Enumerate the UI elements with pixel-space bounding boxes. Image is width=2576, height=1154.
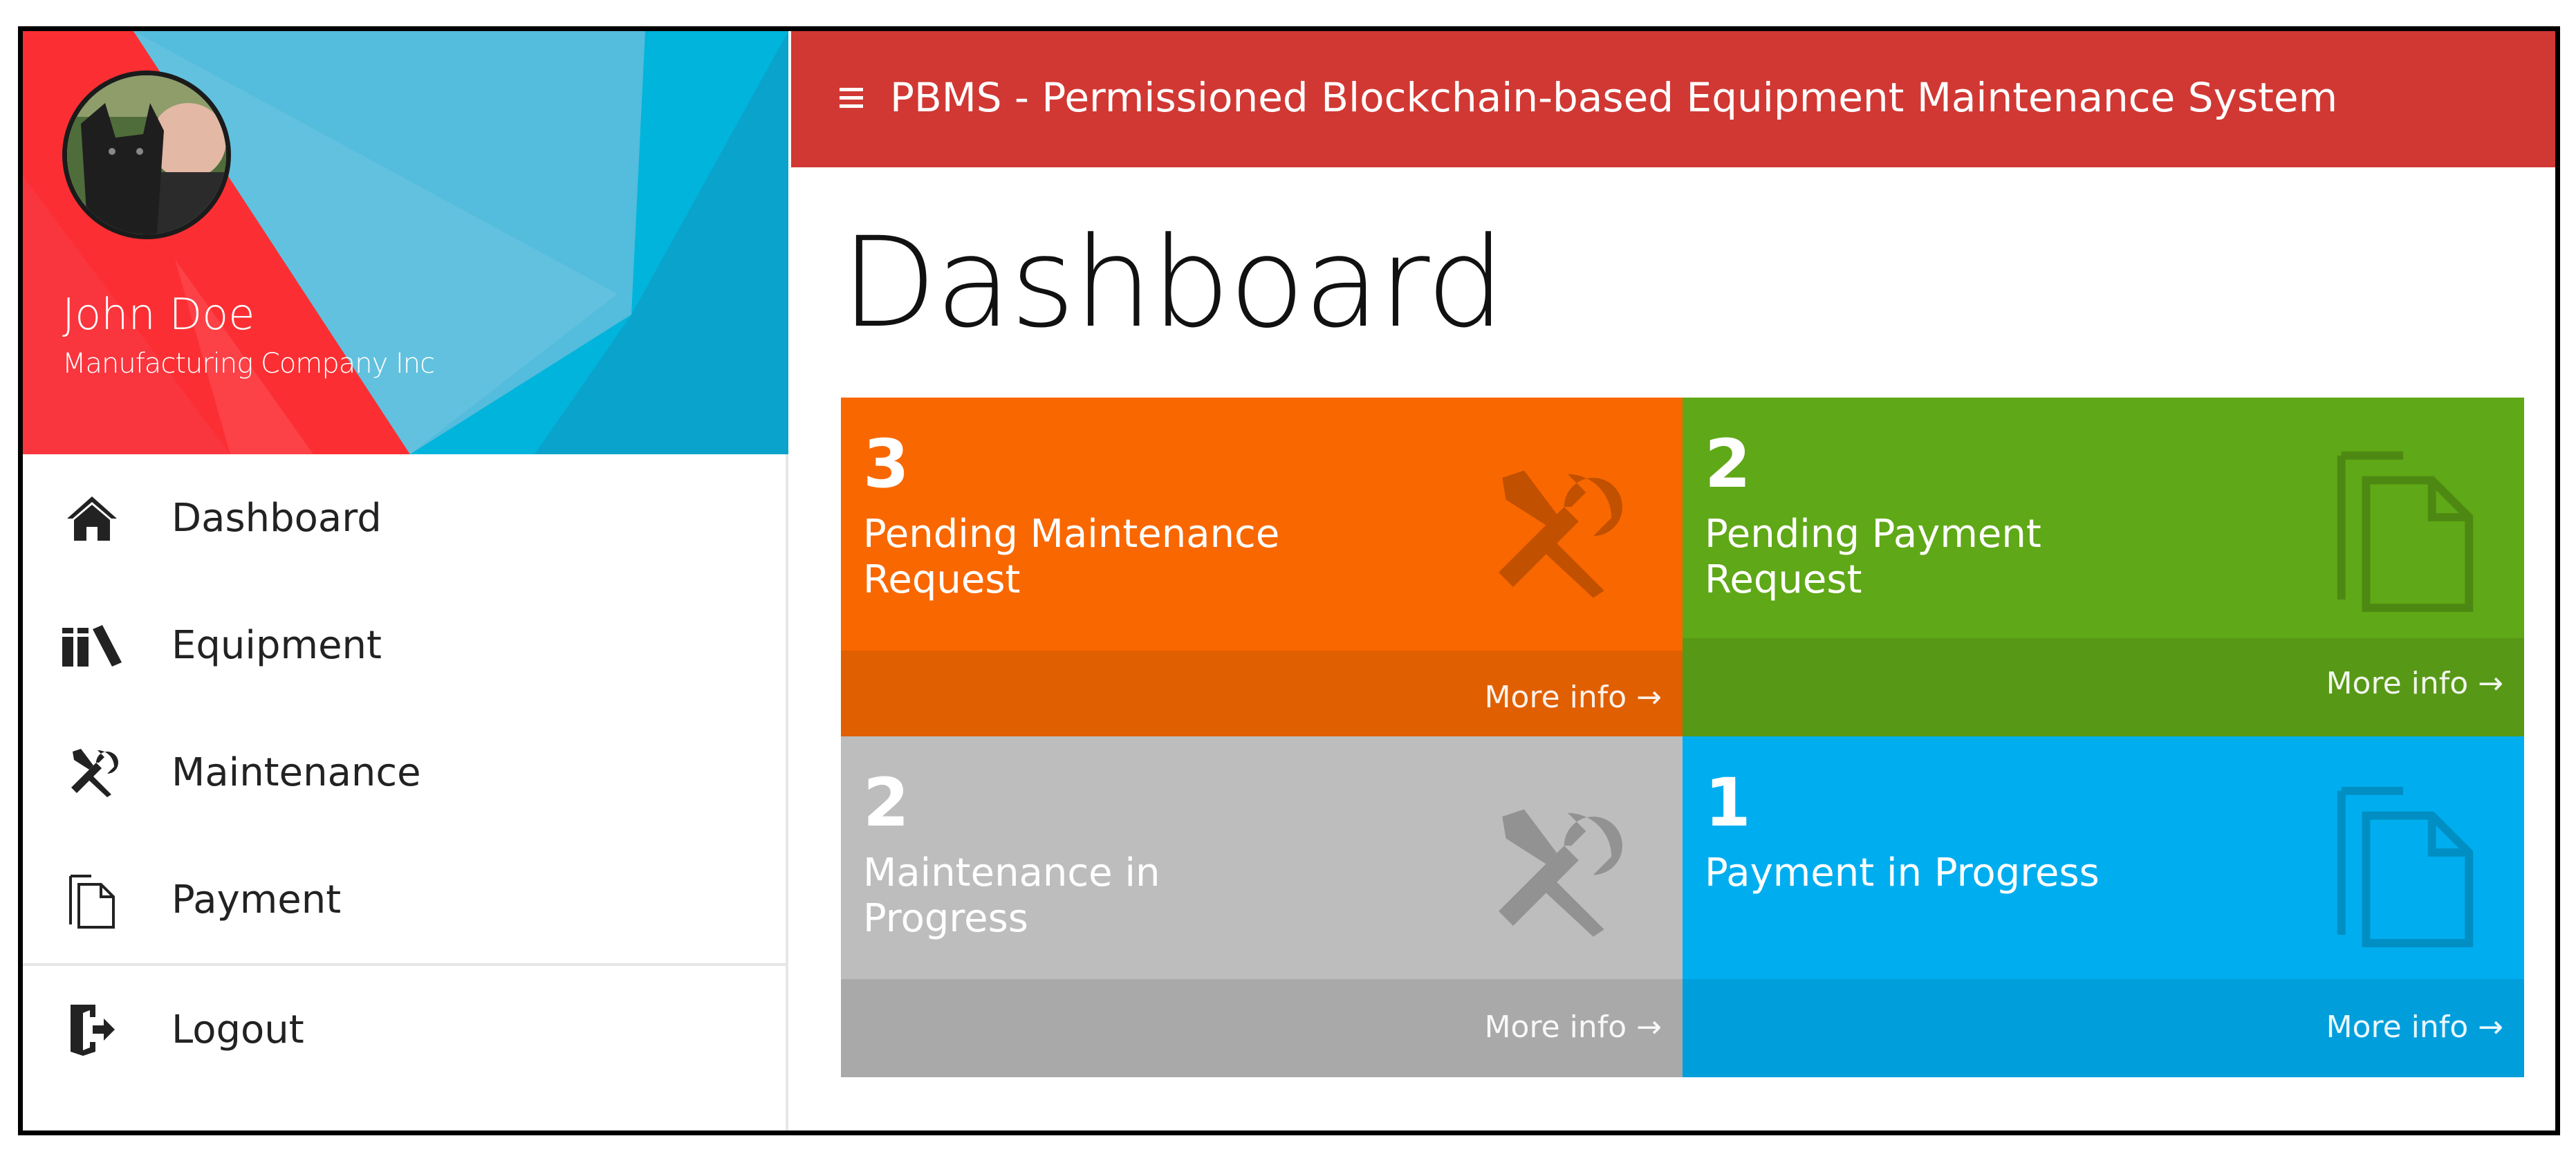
tile-count: 2 xyxy=(863,764,909,841)
sidebar-item-label: Equipment xyxy=(172,622,382,668)
sidebar-item-label: Logout xyxy=(172,1007,304,1052)
more-info-link[interactable]: More info → xyxy=(2326,666,2503,701)
user-name: John Doe xyxy=(62,289,255,339)
user-company: Manufacturing Company Inc xyxy=(62,348,435,380)
tile-count: 3 xyxy=(863,425,909,503)
sidebar-item-logout[interactable]: Logout xyxy=(23,966,788,1093)
tile-footer: More info → xyxy=(841,979,1683,1077)
tile-label: Pending Maintenance Request xyxy=(863,512,1280,603)
tile-pending-maintenance: 3 Pending Maintenance Request More info … xyxy=(841,398,1683,736)
page-title: Dashboard xyxy=(841,211,1505,355)
sidebar: John Doe Manufacturing Company Inc Dashb… xyxy=(23,31,788,1130)
profile-header: John Doe Manufacturing Company Inc xyxy=(23,31,788,454)
tile-maintenance-in-progress: 2 Maintenance in Progress More info → xyxy=(841,736,1683,1077)
sidebar-item-label: Payment xyxy=(172,877,342,922)
tile-pending-payment: 2 Pending Payment Request More info → xyxy=(1683,398,2524,736)
tools-icon xyxy=(59,741,125,803)
sidebar-menu: Dashboard Equipment Maintenance Payment … xyxy=(23,454,788,1093)
app-window: John Doe Manufacturing Company Inc Dashb… xyxy=(18,26,2560,1135)
tools-icon xyxy=(1484,463,1622,604)
tile-label: Maintenance in Progress xyxy=(863,850,1160,942)
books-icon xyxy=(59,614,125,676)
tile-footer: More info → xyxy=(841,651,1683,736)
sidebar-item-label: Maintenance xyxy=(172,750,421,795)
app-title: PBMS - Permissioned Blockchain-based Equ… xyxy=(890,74,2338,121)
more-info-link[interactable]: More info → xyxy=(2326,1009,2503,1045)
sidebar-item-payment[interactable]: Payment xyxy=(23,836,788,963)
sidebar-item-equipment[interactable]: Equipment xyxy=(23,581,788,709)
tools-icon xyxy=(1484,802,1622,943)
home-icon xyxy=(59,487,125,549)
hamburger-menu-icon[interactable] xyxy=(840,88,863,109)
sidebar-item-maintenance[interactable]: Maintenance xyxy=(23,709,788,836)
avatar[interactable] xyxy=(62,71,231,239)
documents-icon xyxy=(59,868,125,931)
tile-footer: More info → xyxy=(1683,979,2524,1077)
more-info-link[interactable]: More info → xyxy=(1485,1009,1662,1045)
sidebar-item-label: Dashboard xyxy=(172,495,382,541)
tile-count: 2 xyxy=(1705,425,1751,503)
tile-label: Pending Payment Request xyxy=(1705,512,2041,603)
logout-icon xyxy=(59,998,125,1061)
main-content: PBMS - Permissioned Blockchain-based Equ… xyxy=(791,31,2555,1130)
tile-payment-in-progress: 1 Payment in Progress More info → xyxy=(1683,736,2524,1077)
tile-footer: More info → xyxy=(1683,638,2524,736)
sidebar-item-dashboard[interactable]: Dashboard xyxy=(23,454,788,581)
documents-icon xyxy=(2329,774,2481,950)
tile-label: Payment in Progress xyxy=(1705,850,2100,895)
more-info-link[interactable]: More info → xyxy=(1485,680,1662,715)
tile-count: 1 xyxy=(1705,764,1751,841)
top-bar: PBMS - Permissioned Blockchain-based Equ… xyxy=(791,31,2555,167)
documents-icon xyxy=(2329,439,2481,615)
